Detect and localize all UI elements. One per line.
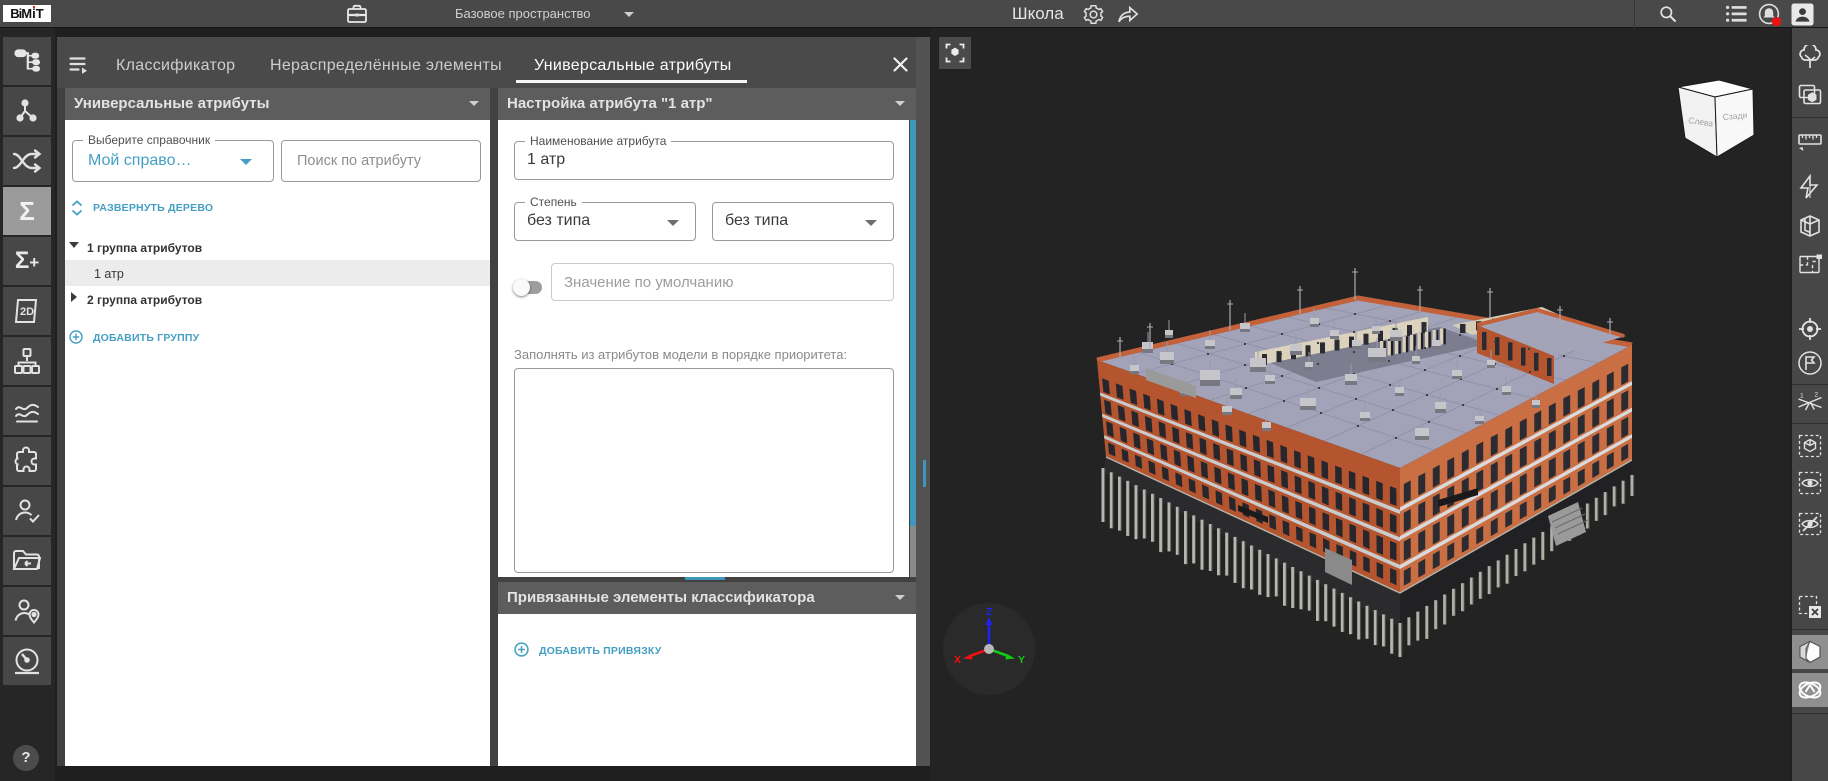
svg-text:X: X [954, 654, 961, 666]
svg-text:2D: 2D [20, 306, 34, 318]
svg-text:2: 2 [1815, 392, 1819, 399]
svg-text:Y: Y [1018, 654, 1025, 666]
svg-text:1: 1 [1800, 393, 1804, 400]
svg-text:Z: Z [986, 606, 993, 618]
